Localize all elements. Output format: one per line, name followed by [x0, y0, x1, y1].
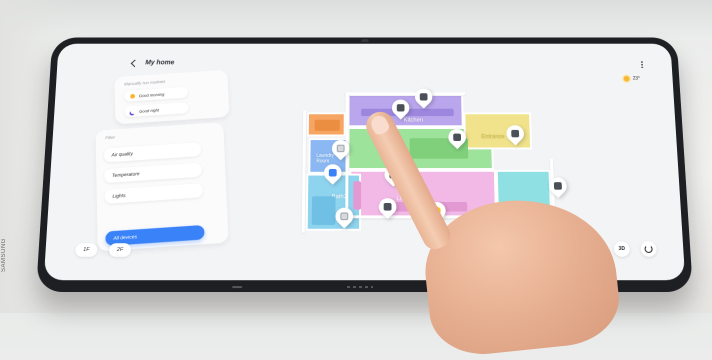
tablet-device: My home 23° Manually run routines Good m… [36, 37, 693, 293]
moon-icon [130, 108, 136, 114]
wall [345, 92, 349, 220]
speaker-grille [347, 286, 373, 289]
light-bulb-icon [340, 212, 349, 221]
good-morning-label: Good morning [138, 91, 165, 98]
background-wall [0, 0, 712, 40]
light-bulb-icon [535, 210, 544, 219]
wall [345, 92, 465, 96]
good-night-button[interactable]: Good night [124, 102, 189, 118]
floor-2f-button[interactable]: 2F [108, 243, 132, 257]
rotate-icon [644, 245, 653, 253]
page-title: My home [145, 59, 175, 67]
room-kitchen-label: Kitchen [403, 117, 424, 124]
sun-icon [130, 93, 136, 99]
lock-icon [511, 129, 520, 138]
manual-routines-panel: Manually run routines Good morning Good … [114, 69, 230, 125]
rotate-view-button[interactable] [640, 241, 657, 257]
fan-icon [453, 133, 462, 142]
manual-routines-label: Manually run routines [124, 79, 166, 87]
sun-icon [623, 76, 631, 82]
washer-icon [328, 168, 337, 177]
back-arrow-icon[interactable] [130, 59, 139, 67]
temperature-value: 23° [632, 76, 641, 82]
speaker-slot [232, 286, 243, 289]
floor-plan: Kitchen Dining ro Entrance Laundry Room … [262, 67, 571, 254]
room-dining-label: Dining ro [378, 147, 402, 154]
utility-shelf [314, 119, 340, 131]
photo-credit: SAMSUNG [1, 238, 7, 272]
good-morning-button[interactable]: Good morning [124, 86, 189, 102]
filter-lights[interactable]: Lights [104, 183, 203, 204]
weather-widget: 23° [623, 76, 641, 82]
filter-panel: Filter Air quality Temperature Lights Al… [95, 122, 229, 252]
tablet-screen: My home 23° Manually run routines Good m… [43, 43, 686, 281]
filter-label: Filter [105, 134, 116, 141]
filter-temperature[interactable]: Temperature [104, 162, 203, 184]
view-3d-button[interactable]: 3D [613, 241, 631, 257]
refrigerator-icon [396, 104, 405, 112]
oven-icon [383, 202, 392, 211]
device-icon [389, 170, 398, 179]
bathtub [311, 196, 336, 225]
light-bulb-icon [432, 206, 441, 215]
wall [347, 215, 555, 219]
room-entrance-label: Entrance [481, 134, 505, 141]
filter-air-quality[interactable]: Air quality [103, 142, 202, 163]
good-night-label: Good night [139, 107, 160, 114]
air-purifier-icon [336, 144, 345, 153]
header: My home [130, 59, 175, 67]
side-chair [353, 181, 362, 210]
front-camera [360, 39, 369, 42]
air-conditioner-icon [553, 182, 562, 190]
speaker-icon [419, 93, 428, 101]
more-options-icon[interactable] [640, 60, 644, 68]
floor-1f-button[interactable]: 1F [75, 243, 98, 257]
